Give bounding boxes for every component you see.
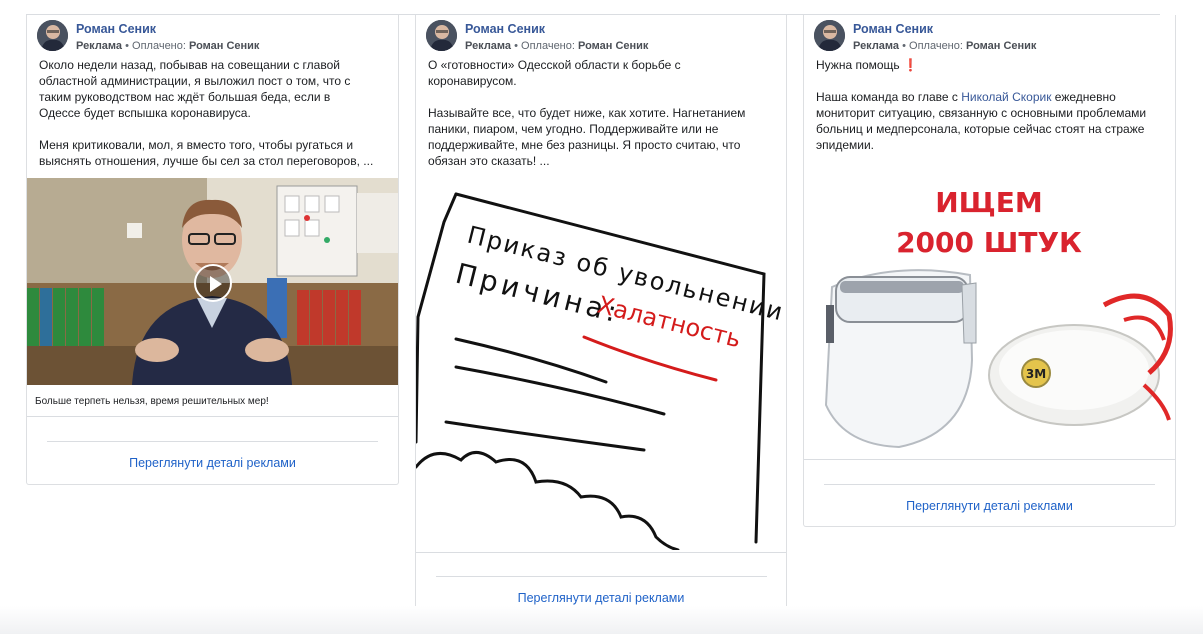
sponsor-line: Реклама • Оплачено: Роман Сеник bbox=[76, 40, 259, 52]
ad-text: Около недели назад, побывав на совещании… bbox=[39, 58, 374, 168]
ad-video[interactable] bbox=[27, 178, 398, 385]
exclamation-icon: ❗ bbox=[903, 58, 918, 72]
ad-text-line1: Нужна помощь bbox=[816, 58, 900, 72]
ad-text-prefix: Наша команда во главе с bbox=[816, 90, 962, 104]
page-bottom-shade bbox=[0, 606, 1203, 634]
payer-name: Роман Сеник bbox=[966, 40, 1037, 52]
ppe-product-image: ИЩЕМ 2000 ШТУК 3M bbox=[824, 186, 1173, 449]
play-button[interactable] bbox=[194, 264, 232, 302]
caption-divider bbox=[27, 416, 398, 417]
ad-text: Нужна помощь ❗ Наша команда во главе с Н… bbox=[816, 57, 1176, 153]
separator-dot: • bbox=[514, 40, 522, 52]
separator-dot: • bbox=[902, 40, 910, 52]
ad-label: Реклама bbox=[853, 40, 900, 52]
paid-label: Оплачено: bbox=[132, 40, 186, 52]
payer-name: Роман Сеник bbox=[189, 40, 260, 52]
author-avatar[interactable] bbox=[37, 20, 68, 51]
sponsor-line: Реклама • Оплачено: Роман Сеник bbox=[465, 40, 648, 52]
paid-label: Оплачено: bbox=[521, 40, 575, 52]
ad-image[interactable]: ИЩЕМ 2000 ШТУК 3M bbox=[804, 165, 1175, 459]
ad-drawing-image[interactable]: Приказ об увольнении Причина: Халатность bbox=[416, 182, 786, 550]
ad-label: Реклама bbox=[76, 40, 123, 52]
footer-divider bbox=[47, 441, 378, 442]
ad-details-link[interactable]: Переглянути деталі реклами bbox=[27, 456, 398, 470]
mask-brand-label: 3M bbox=[1026, 367, 1046, 381]
media-divider bbox=[804, 459, 1175, 460]
media-divider bbox=[416, 552, 786, 553]
author-name[interactable]: Роман Сеник bbox=[76, 22, 156, 36]
author-avatar[interactable] bbox=[426, 20, 457, 51]
mentioned-person-link[interactable]: Николай Скорик bbox=[961, 90, 1051, 104]
ad-card-3: Роман Сеник Реклама • Оплачено: Роман Се… bbox=[803, 15, 1176, 527]
paid-label: Оплачено: bbox=[909, 40, 963, 52]
ad-card-1: Роман Сеник Реклама • Оплачено: Роман Се… bbox=[26, 15, 399, 485]
video-caption: Больше терпеть нельзя, время решительных… bbox=[35, 396, 269, 407]
sponsor-line: Реклама • Оплачено: Роман Сеник bbox=[853, 40, 1036, 52]
ad-text: О «готовности» Одесской области к борьбе… bbox=[428, 58, 746, 168]
payer-name: Роман Сеник bbox=[578, 40, 649, 52]
footer-divider bbox=[436, 576, 767, 577]
ad-details-link[interactable]: Переглянути деталі реклами bbox=[416, 591, 786, 605]
ad-label: Реклама bbox=[465, 40, 512, 52]
image-title-line2: 2000 ШТУК bbox=[896, 226, 1082, 259]
footer-divider bbox=[824, 484, 1155, 485]
separator-dot: • bbox=[125, 40, 133, 52]
image-title-line1: ИЩЕМ bbox=[935, 186, 1043, 219]
author-name[interactable]: Роман Сеник bbox=[853, 22, 933, 36]
ad-card-2: Роман Сеник Реклама • Оплачено: Роман Се… bbox=[415, 15, 787, 620]
ad-details-link[interactable]: Переглянути деталі реклами bbox=[804, 499, 1175, 513]
drawing-illustration: Приказ об увольнении Причина: Халатность bbox=[416, 192, 786, 550]
author-name[interactable]: Роман Сеник bbox=[465, 22, 545, 36]
author-avatar[interactable] bbox=[814, 20, 845, 51]
